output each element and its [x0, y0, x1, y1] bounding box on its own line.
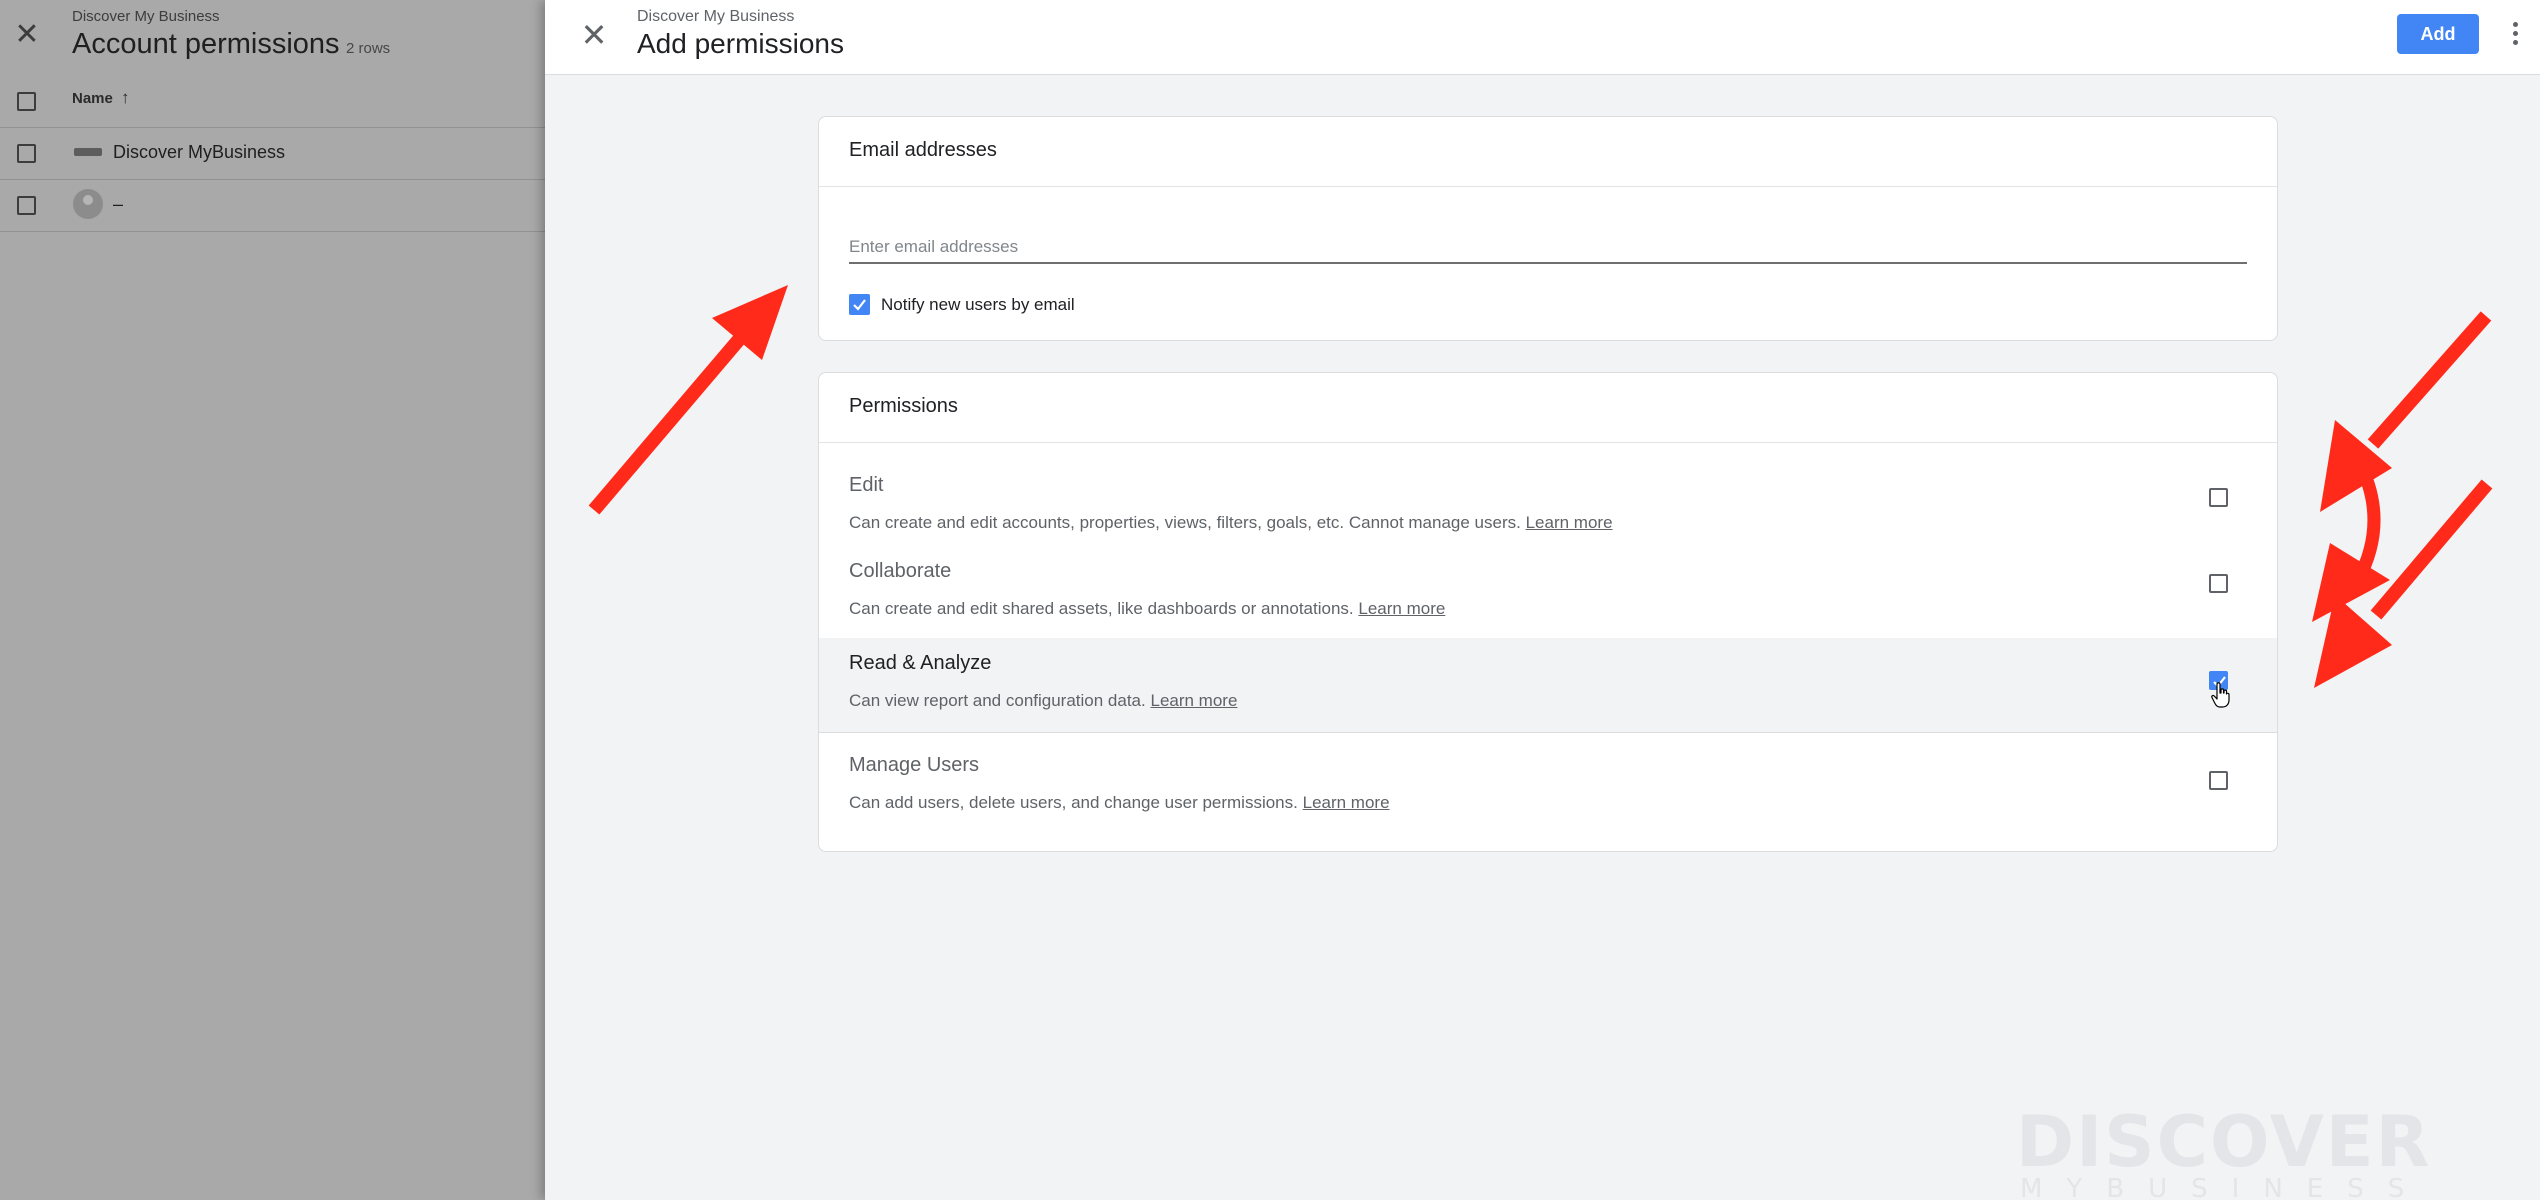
permission-name: Manage Users	[849, 754, 980, 776]
learn-more-link[interactable]: Learn more	[1358, 599, 1445, 618]
drawer-subtitle: Discover My Business	[637, 8, 795, 25]
permission-checkbox-manage-users[interactable]	[2209, 771, 2228, 790]
watermark-sub-text: MYBUSINESS	[2020, 1174, 2429, 1200]
hand-cursor-icon	[2211, 682, 2230, 708]
permission-row-edit[interactable]: Edit Can create and edit accounts, prope…	[819, 458, 2277, 544]
permission-name: Edit	[849, 474, 884, 496]
permissions-section-title: Permissions	[849, 395, 958, 417]
background-subtitle: Discover My Business	[72, 8, 220, 25]
permission-description-text: Can view report and configuration data.	[849, 691, 1146, 710]
user-avatar-icon	[73, 189, 103, 219]
close-icon[interactable]: ✕	[579, 19, 609, 51]
account-name: Discover MyBusiness	[113, 142, 286, 162]
row-checkbox[interactable]	[17, 196, 36, 215]
user-name: –	[113, 194, 124, 214]
learn-more-link[interactable]: Learn more	[1303, 793, 1390, 812]
row-count: 2 rows	[346, 40, 391, 57]
permission-checkbox-collaborate[interactable]	[2209, 574, 2228, 593]
permission-name: Read & Analyze	[849, 652, 992, 674]
select-all-checkbox[interactable]	[17, 92, 36, 111]
row-checkbox[interactable]	[17, 144, 36, 163]
permissions-card: Permissions Edit Can create and edit acc…	[818, 372, 2278, 852]
learn-more-link[interactable]: Learn more	[1150, 691, 1237, 710]
permission-checkbox-edit[interactable]	[2209, 488, 2228, 507]
permission-description: Can view report and configuration data. …	[849, 691, 1237, 711]
card-header: Email addresses	[819, 117, 2277, 187]
permission-description-text: Can create and edit shared assets, like …	[849, 599, 1354, 618]
email-section-title: Email addresses	[849, 139, 997, 161]
permission-description: Can create and edit shared assets, like …	[849, 599, 1445, 619]
permission-row-read-analyze[interactable]: Read & Analyze Can view report and confi…	[819, 638, 2277, 732]
sort-arrow-up-icon[interactable]: ↑	[121, 88, 130, 108]
background-title: Account permissions	[72, 28, 340, 60]
email-addresses-card: Email addresses Notify new users by emai…	[818, 116, 2278, 341]
permission-description-text: Can add users, delete users, and change …	[849, 793, 1298, 812]
permission-description-text: Can create and edit accounts, properties…	[849, 513, 1521, 532]
notify-checkbox[interactable]	[849, 294, 870, 315]
column-header-name[interactable]: Name	[72, 90, 113, 107]
watermark-main-text: DISCOVER	[2016, 1101, 2432, 1183]
account-logo-icon	[74, 148, 102, 156]
permission-description: Can add users, delete users, and change …	[849, 793, 1390, 813]
more-vert-icon[interactable]	[2505, 18, 2525, 52]
notify-label: Notify new users by email	[881, 295, 1075, 314]
add-button[interactable]: Add	[2397, 14, 2479, 54]
learn-more-link[interactable]: Learn more	[1526, 513, 1613, 532]
permission-row-manage-users[interactable]: Manage Users Can add users, delete users…	[819, 733, 2277, 851]
checkmark-icon	[853, 299, 866, 311]
background-page: ✕ Discover My Business Account permissio…	[0, 0, 545, 1200]
drawer-title: Add permissions	[637, 28, 844, 59]
background-close-icon[interactable]: ✕	[14, 20, 40, 50]
background-header: ✕ Discover My Business Account permissio…	[0, 0, 545, 76]
permission-row-collaborate[interactable]: Collaborate Can create and edit shared a…	[819, 544, 2277, 630]
drawer-header: ✕ Discover My Business Add permissions A…	[545, 0, 2540, 75]
permission-description: Can create and edit accounts, properties…	[849, 513, 1613, 533]
permission-name: Collaborate	[849, 560, 952, 582]
add-permissions-drawer: ✕ Discover My Business Add permissions A…	[545, 0, 2540, 1200]
email-input[interactable]	[849, 222, 2247, 264]
card-header: Permissions	[819, 373, 2277, 443]
discover-mybusiness-watermark-logo: DISCOVER MYBUSINESS	[2016, 1102, 2429, 1200]
